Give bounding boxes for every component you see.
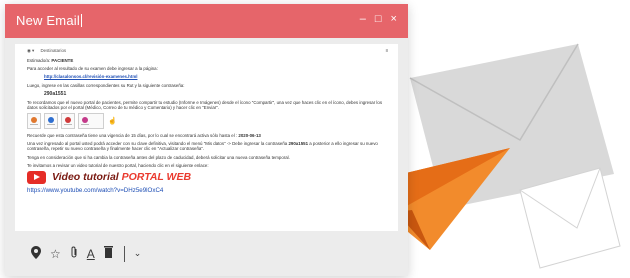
thumbnail-3: [61, 113, 75, 130]
attachment-icon[interactable]: [70, 246, 78, 262]
email-body-frame: ◉ ▾ Destinatarios ≡ Estimado/a: PACIENTE…: [5, 38, 408, 231]
window-title: New Email: [16, 13, 82, 28]
eye-icon[interactable]: ◉ ▾: [27, 48, 34, 53]
paragraph-note: Tenga en consideración que si ha cambia …: [27, 154, 290, 160]
paragraph-update-password: Una vez ingresado al portal usted podrá …: [27, 141, 378, 152]
toolbar-divider: [123, 245, 125, 262]
thumbnail-2: [44, 113, 58, 130]
pointer-hand-icon: ☝: [108, 118, 117, 126]
email-body[interactable]: ◉ ▾ Destinatarios ≡ Estimado/a: PACIENTE…: [15, 44, 398, 231]
thumbnail-4: [78, 113, 104, 130]
video-banner[interactable]: Video tutorial PORTAL WEB: [27, 170, 388, 184]
share-instruction-thumbnails: ☝: [27, 113, 388, 130]
thumbnail-1: [27, 113, 41, 130]
window-controls[interactable]: – □ ×: [360, 13, 400, 25]
results-link[interactable]: http://clasalonsos.cl/revisión-examenes.…: [44, 74, 137, 79]
new-email-window: New Email – □ × ◉ ▾ Destinatarios ≡ Esti…: [5, 4, 408, 276]
recipients-label: Destinatarios: [40, 48, 67, 53]
paragraph-video-invite: Te invitamos a revisar un video tutorial…: [27, 162, 209, 168]
youtube-link[interactable]: https://www.youtube.com/watch?v=DHz5e9lO…: [27, 187, 388, 193]
paragraph-access: Para acceder al resultado de su examen d…: [27, 66, 158, 72]
more-options-icon[interactable]: ≡: [385, 48, 388, 53]
paragraph-expiry: Recuerde que esta contraseña tiene una v…: [27, 133, 261, 139]
star-icon[interactable]: ☆: [50, 247, 61, 261]
more-chevron-icon[interactable]: ⌄: [134, 248, 142, 259]
compose-toolbar: ☆ A ⌄: [5, 231, 408, 276]
recipients-row[interactable]: ◉ ▾ Destinatarios ≡: [27, 48, 388, 53]
delete-icon[interactable]: [103, 246, 113, 261]
greeting: Estimado/a: PACIENTE: [27, 58, 74, 63]
video-title[interactable]: Video tutorial PORTAL WEB: [52, 172, 191, 183]
text-format-icon[interactable]: A: [87, 247, 95, 261]
youtube-play-icon[interactable]: [27, 170, 46, 184]
title-bar: New Email – □ ×: [5, 4, 408, 38]
text-cursor: [80, 14, 82, 27]
location-icon[interactable]: [31, 245, 41, 262]
paragraph-credentials: Luego, ingrese en las casillas correspon…: [27, 82, 185, 88]
paragraph-share: Te recordamos que el nuevo portal de pac…: [27, 99, 383, 110]
password-code: 290a1551: [44, 90, 67, 97]
